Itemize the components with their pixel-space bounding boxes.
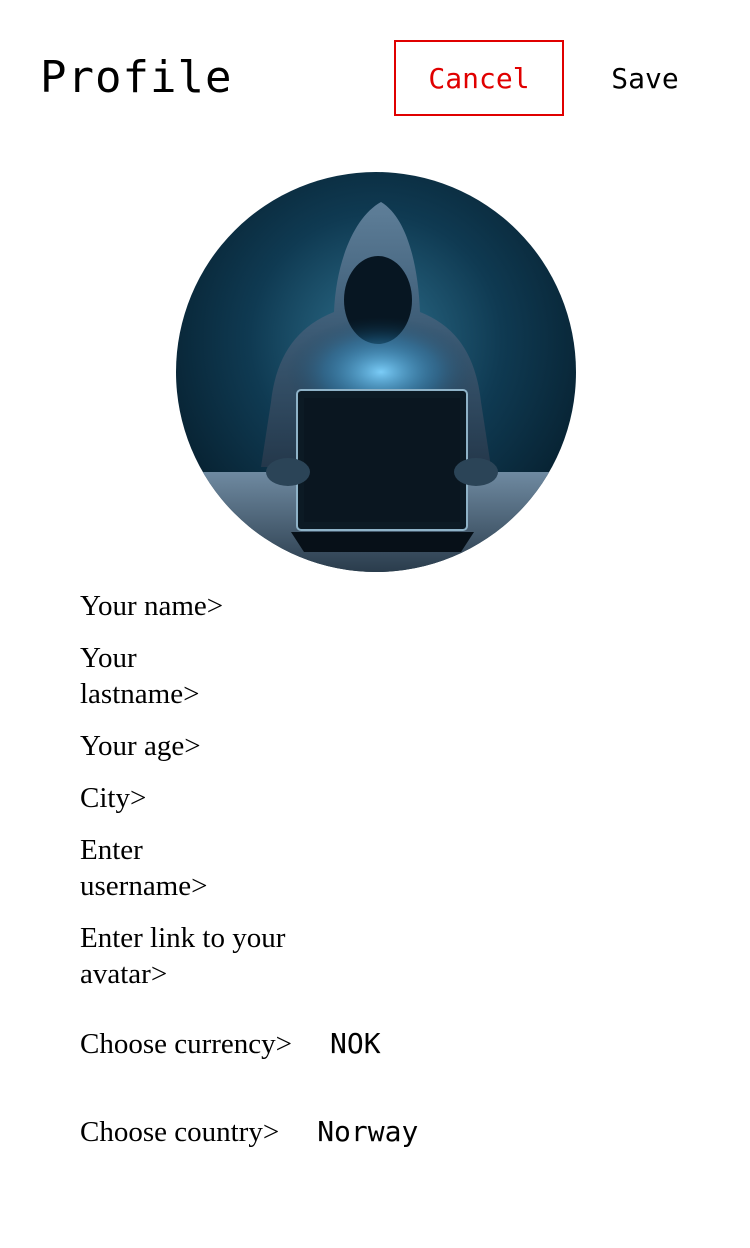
lastname-label: Your lastname> bbox=[80, 642, 200, 710]
age-field[interactable]: Your age> bbox=[80, 728, 320, 764]
avatar-link-field[interactable]: Enter link to your avatar> bbox=[80, 920, 320, 992]
city-field[interactable]: City> bbox=[80, 780, 320, 816]
username-field[interactable]: Enter username> bbox=[80, 832, 240, 904]
age-label: Your age> bbox=[80, 730, 201, 762]
username-label: Enter username> bbox=[80, 834, 208, 902]
page-title: Profile bbox=[40, 52, 233, 103]
avatar[interactable] bbox=[176, 172, 576, 572]
country-label: Choose country> bbox=[80, 1116, 280, 1148]
currency-row: Choose currency> NOK bbox=[80, 1026, 381, 1062]
country-row: Choose country> Norway bbox=[80, 1114, 418, 1150]
currency-select[interactable]: NOK bbox=[330, 1026, 381, 1062]
lastname-field[interactable]: Your lastname> bbox=[80, 640, 240, 712]
name-field[interactable]: Your name> bbox=[80, 588, 320, 624]
hooded-hacker-avatar-image bbox=[176, 172, 576, 572]
name-label: Your name> bbox=[80, 590, 224, 622]
avatar-link-label: Enter link to your avatar> bbox=[80, 922, 286, 990]
country-select[interactable]: Norway bbox=[317, 1114, 418, 1150]
currency-label: Choose currency> bbox=[80, 1028, 293, 1060]
city-label: City> bbox=[80, 782, 147, 814]
save-button[interactable]: Save bbox=[592, 40, 698, 116]
cancel-button[interactable]: Cancel bbox=[394, 40, 564, 116]
